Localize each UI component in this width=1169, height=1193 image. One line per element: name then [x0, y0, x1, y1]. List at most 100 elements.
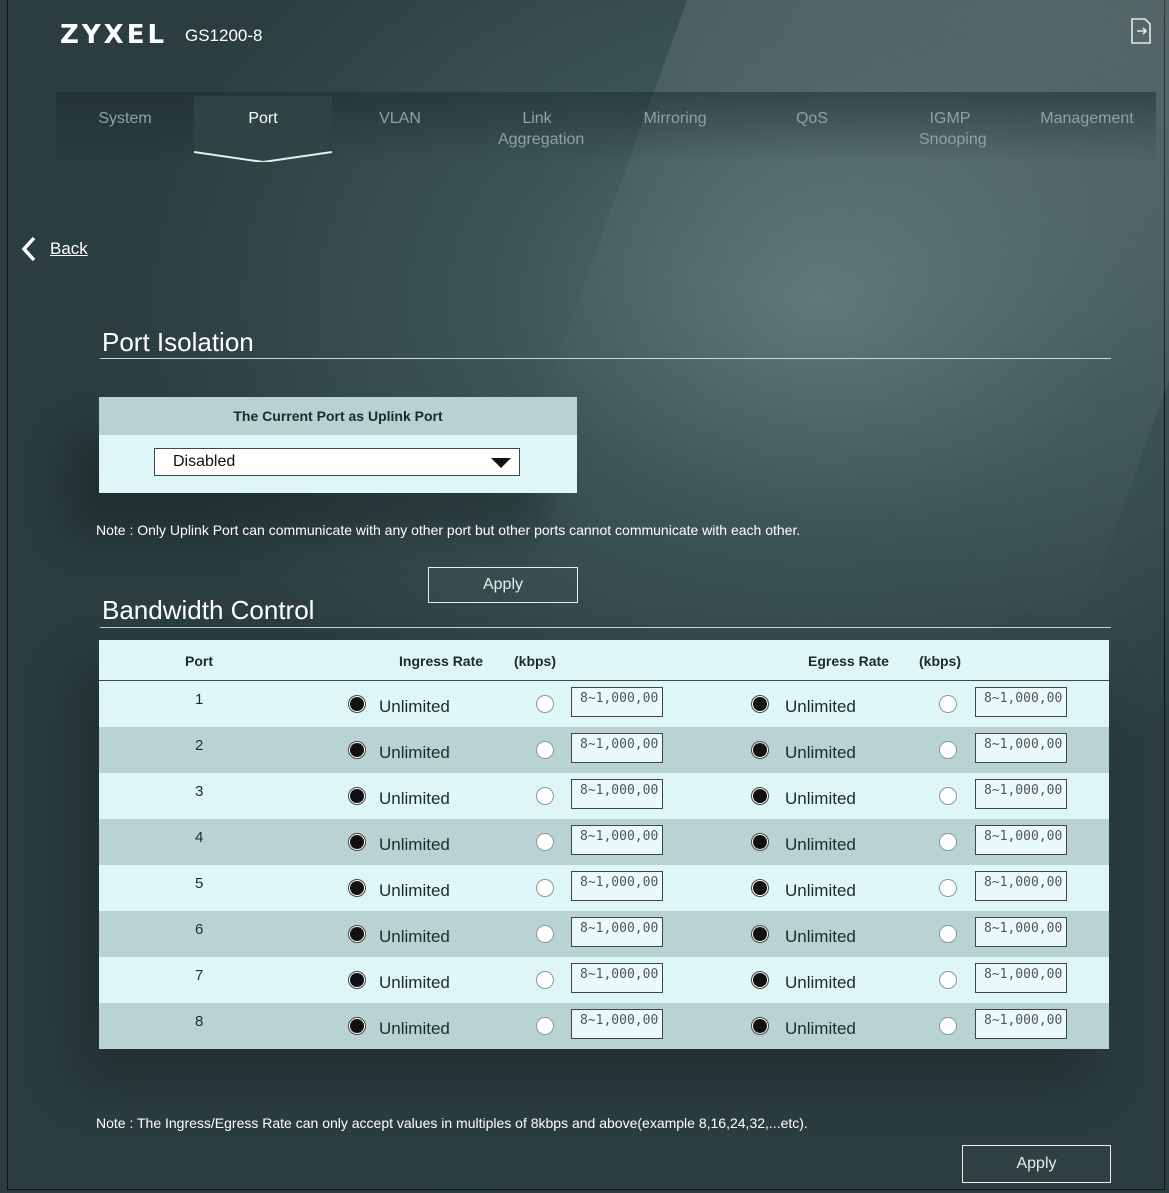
- table-row: 3 Unlimited 8~1,000,00 Unlimited 8~1,000,00: [99, 773, 1109, 819]
- ingress-custom-radio[interactable]: [536, 787, 554, 805]
- chevron-left-icon: [21, 236, 36, 262]
- ingress-unlimited-label: Unlimited: [379, 927, 450, 946]
- table-row: 7 Unlimited 8~1,000,00 Unlimited 8~1,000,00: [99, 957, 1109, 1003]
- ingress-unlimited-radio[interactable]: [348, 833, 366, 851]
- port-number: 3: [195, 783, 204, 800]
- ingress-custom-radio[interactable]: [536, 971, 554, 989]
- ingress-rate-input[interactable]: 8~1,000,00: [571, 963, 663, 993]
- ingress-custom-radio[interactable]: [536, 741, 554, 759]
- tab-vlan[interactable]: VLAN: [331, 108, 469, 129]
- col-ingress-rate: Ingress Rate: [399, 653, 484, 669]
- ingress-custom-radio[interactable]: [536, 925, 554, 943]
- table-header: Port Ingress Rate (kbps) Egress Rate (kb…: [99, 640, 1109, 681]
- egress-unlimited-label: Unlimited: [785, 927, 856, 946]
- ingress-unlimited-label: Unlimited: [379, 881, 450, 900]
- back-link[interactable]: Back: [20, 236, 88, 262]
- ingress-custom-radio[interactable]: [536, 833, 554, 851]
- ingress-unlimited-radio[interactable]: [348, 971, 366, 989]
- egress-custom-radio[interactable]: [939, 787, 957, 805]
- ingress-rate-input[interactable]: 8~1,000,00: [571, 779, 663, 809]
- ingress-rate-input[interactable]: 8~1,000,00: [571, 687, 663, 717]
- ingress-unlimited-label: Unlimited: [379, 835, 450, 854]
- table-row: 2 Unlimited 8~1,000,00 Unlimited 8~1,000,00: [99, 727, 1109, 773]
- ingress-unlimited-label: Unlimited: [379, 697, 450, 716]
- ingress-unlimited-radio[interactable]: [348, 1017, 366, 1035]
- ingress-rate-input[interactable]: 8~1,000,00: [571, 825, 663, 855]
- uplink-header: The Current Port as Uplink Port: [99, 397, 577, 435]
- egress-unlimited-radio[interactable]: [751, 971, 769, 989]
- egress-unlimited-radio[interactable]: [751, 695, 769, 713]
- table-row: 5 Unlimited 8~1,000,00 Unlimited 8~1,000,00: [99, 865, 1109, 911]
- port-number: 4: [195, 829, 204, 846]
- ingress-unlimited-radio[interactable]: [348, 695, 366, 713]
- egress-custom-radio[interactable]: [939, 925, 957, 943]
- egress-rate-input[interactable]: 8~1,000,00: [975, 917, 1067, 947]
- ingress-custom-radio[interactable]: [536, 1017, 554, 1035]
- port-number: 7: [195, 967, 204, 984]
- egress-unlimited-label: Unlimited: [785, 743, 856, 762]
- ingress-rate-input[interactable]: 8~1,000,00: [571, 917, 663, 947]
- table-row: 8 Unlimited 8~1,000,00 Unlimited 8~1,000,00: [99, 1003, 1109, 1049]
- ingress-custom-radio[interactable]: [536, 879, 554, 897]
- ingress-rate-input[interactable]: 8~1,000,00: [571, 733, 663, 763]
- egress-custom-radio[interactable]: [939, 741, 957, 759]
- egress-unlimited-radio[interactable]: [751, 1017, 769, 1035]
- bandwidth-table: Port Ingress Rate (kbps) Egress Rate (kb…: [99, 640, 1109, 1049]
- egress-unlimited-label: Unlimited: [785, 697, 856, 716]
- col-ingress-unit: (kbps): [514, 653, 556, 669]
- port-isolation-title: Port Isolation: [102, 327, 254, 357]
- ingress-custom-radio[interactable]: [536, 695, 554, 713]
- ingress-unlimited-radio[interactable]: [348, 925, 366, 943]
- ingress-rate-input[interactable]: 8~1,000,00: [571, 1009, 663, 1039]
- ingress-unlimited-radio[interactable]: [348, 879, 366, 897]
- uplink-select-value: Disabled: [173, 453, 236, 470]
- bandwidth-control-title: Bandwidth Control: [102, 595, 315, 625]
- logout-icon[interactable]: [1131, 18, 1151, 44]
- egress-rate-input[interactable]: 8~1,000,00: [975, 825, 1067, 855]
- section-divider: [100, 627, 1111, 628]
- table-row: 1 Unlimited 8~1,000,00 Unlimited 8~1,000,00: [99, 681, 1109, 727]
- ingress-unlimited-label: Unlimited: [379, 789, 450, 808]
- egress-rate-input[interactable]: 8~1,000,00: [975, 1009, 1067, 1039]
- port-isolation-apply-button[interactable]: Apply: [428, 567, 578, 603]
- egress-unlimited-label: Unlimited: [785, 1019, 856, 1038]
- egress-rate-input[interactable]: 8~1,000,00: [975, 871, 1067, 901]
- egress-custom-radio[interactable]: [939, 879, 957, 897]
- ingress-unlimited-radio[interactable]: [348, 741, 366, 759]
- bandwidth-note: Note : The Ingress/Egress Rate can only …: [96, 1115, 808, 1131]
- egress-unlimited-radio[interactable]: [751, 879, 769, 897]
- egress-rate-input[interactable]: 8~1,000,00: [975, 687, 1067, 717]
- bandwidth-apply-button[interactable]: Apply: [962, 1145, 1111, 1183]
- egress-unlimited-label: Unlimited: [785, 973, 856, 992]
- active-tab-indicator: [194, 96, 332, 162]
- tab-link-aggregation[interactable]: Link Aggregation: [468, 108, 606, 150]
- tab-qos[interactable]: QoS: [743, 108, 881, 129]
- tab-system[interactable]: System: [56, 108, 194, 129]
- ingress-unlimited-label: Unlimited: [379, 973, 450, 992]
- table-row: 6 Unlimited 8~1,000,00 Unlimited 8~1,000,00: [99, 911, 1109, 957]
- egress-unlimited-radio[interactable]: [751, 787, 769, 805]
- dropdown-caret-icon: [491, 458, 511, 468]
- model-name: GS1200-8: [185, 26, 263, 45]
- egress-rate-input[interactable]: 8~1,000,00: [975, 779, 1067, 809]
- tab-mirroring[interactable]: Mirroring: [606, 108, 744, 129]
- egress-rate-input[interactable]: 8~1,000,00: [975, 963, 1067, 993]
- uplink-port-panel: The Current Port as Uplink Port Disabled: [99, 397, 577, 493]
- egress-rate-input[interactable]: 8~1,000,00: [975, 733, 1067, 763]
- ingress-unlimited-label: Unlimited: [379, 743, 450, 762]
- col-port: Port: [185, 653, 213, 669]
- tab-igmp-snooping[interactable]: IGMP Snooping: [881, 108, 1019, 150]
- egress-unlimited-radio[interactable]: [751, 925, 769, 943]
- ingress-rate-input[interactable]: 8~1,000,00: [571, 871, 663, 901]
- egress-custom-radio[interactable]: [939, 833, 957, 851]
- tab-port[interactable]: Port: [194, 108, 332, 129]
- egress-custom-radio[interactable]: [939, 971, 957, 989]
- egress-custom-radio[interactable]: [939, 695, 957, 713]
- tab-management[interactable]: Management: [1018, 108, 1156, 129]
- egress-custom-radio[interactable]: [939, 1017, 957, 1035]
- egress-unlimited-radio[interactable]: [751, 833, 769, 851]
- egress-unlimited-radio[interactable]: [751, 741, 769, 759]
- uplink-port-select[interactable]: Disabled: [154, 448, 520, 476]
- ingress-unlimited-radio[interactable]: [348, 787, 366, 805]
- table-row: 4 Unlimited 8~1,000,00 Unlimited 8~1,000,00: [99, 819, 1109, 865]
